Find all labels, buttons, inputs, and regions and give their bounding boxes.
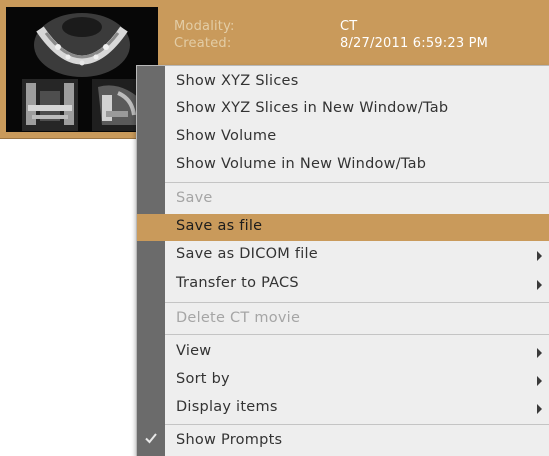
menu-separator — [165, 424, 549, 425]
created-value: 8/27/2011 6:59:23 PM — [340, 36, 489, 51]
menu-item-show-volume[interactable]: Show Volume — [137, 124, 549, 151]
modality-value: CT — [340, 19, 358, 34]
menu-item-label: Save as file — [176, 218, 263, 234]
menu-item-label: Show Volume — [176, 128, 277, 144]
submenu-arrow-icon — [537, 251, 542, 261]
menu-item-label: View — [176, 343, 212, 359]
menu-item-transfer-to-pacs[interactable]: Transfer to PACS — [137, 271, 549, 298]
modality-label: Modality: — [174, 19, 235, 34]
menu-item-label: Sort by — [176, 371, 230, 387]
checkmark-icon — [144, 431, 158, 447]
context-menu: Show XYZ Slices Show XYZ Slices in New W… — [136, 65, 549, 456]
menu-item-save-as-file[interactable]: Save as file — [137, 214, 549, 241]
menu-item-sort-by[interactable]: Sort by — [137, 367, 549, 394]
submenu-arrow-icon — [537, 280, 542, 290]
menu-item-view[interactable]: View — [137, 339, 549, 366]
axial-slice — [34, 13, 130, 77]
menu-item-save-as-dicom-file[interactable]: Save as DICOM file — [137, 242, 549, 269]
menu-item-label: Save as DICOM file — [176, 246, 318, 262]
menu-item-delete-ct-movie: Delete CT movie — [137, 306, 549, 333]
submenu-arrow-icon — [537, 376, 542, 386]
menu-item-label: Show Volume in New Window/Tab — [176, 156, 427, 172]
created-label: Created: — [174, 36, 232, 51]
menu-item-show-xyz-slices-new-window[interactable]: Show XYZ Slices in New Window/Tab — [137, 96, 549, 123]
menu-item-show-xyz-slices[interactable]: Show XYZ Slices — [137, 69, 549, 96]
menu-separator — [165, 302, 549, 303]
menu-item-display-items[interactable]: Display items — [137, 395, 549, 422]
menu-item-label: Show XYZ Slices — [176, 73, 299, 89]
menu-item-show-prompts[interactable]: Show Prompts — [137, 428, 549, 455]
menu-item-label: Save — [176, 190, 213, 206]
page: Modality: CT Created: 8/27/2011 6:59:23 … — [0, 0, 549, 456]
menu-item-label: Show Prompts — [176, 432, 283, 448]
menu-separator — [165, 182, 549, 183]
menu-item-label: Delete CT movie — [176, 310, 301, 326]
menu-item-show-volume-new-window[interactable]: Show Volume in New Window/Tab — [137, 152, 549, 179]
menu-item-label: Display items — [176, 399, 278, 415]
menu-separator — [165, 334, 549, 335]
coronal-slice — [22, 79, 78, 131]
submenu-arrow-icon — [537, 348, 542, 358]
menu-item-label: Show XYZ Slices in New Window/Tab — [176, 100, 449, 116]
submenu-arrow-icon — [537, 404, 542, 414]
menu-item-save: Save — [137, 186, 549, 213]
menu-item-label: Transfer to PACS — [176, 275, 299, 291]
